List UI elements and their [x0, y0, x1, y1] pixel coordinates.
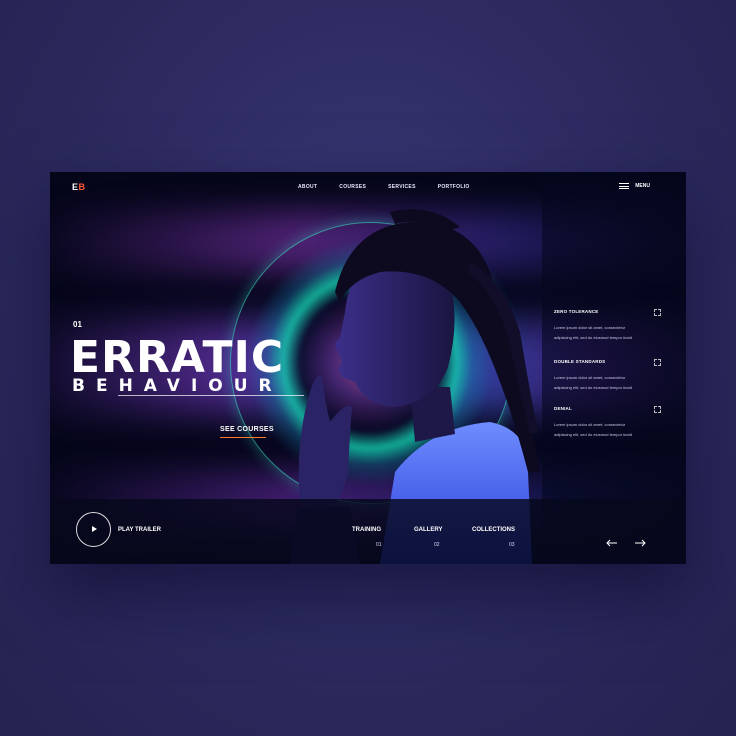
expand-icon[interactable] [654, 309, 661, 316]
feature-text: Lorem ipsum dolor sit amet, consectetur a… [554, 325, 633, 340]
play-button[interactable] [76, 512, 111, 547]
tab-number: 01 [376, 542, 382, 548]
tab-collections[interactable]: COLLECTIONS [472, 527, 515, 533]
tab-number: 03 [509, 542, 515, 548]
expand-icon[interactable] [654, 406, 661, 413]
feature-title: DENIAL [554, 406, 572, 411]
feature-title: ZERO TOLERANCE [554, 309, 599, 314]
tab-training[interactable]: TRAINING [352, 527, 381, 533]
slide-number: 01 [73, 320, 82, 329]
hero-subtitle: BEHAVIOUR [72, 376, 283, 396]
feature-title: DOUBLE STANDARDS [554, 359, 606, 364]
feature-item: DOUBLE STANDARDS Lorem ipsum dolor sit a… [554, 359, 664, 392]
hamburger-icon [619, 183, 630, 189]
tab-gallery[interactable]: GALLERY [414, 527, 442, 533]
see-courses-link[interactable]: SEE COURSES [220, 426, 274, 433]
nav-services[interactable]: SERVICES [388, 184, 416, 190]
cta-underline [220, 437, 266, 438]
title-divider [118, 395, 304, 396]
nav-portfolio[interactable]: PORTFOLIO [438, 184, 470, 190]
feature-text: Lorem ipsum dolor sit amet, consectetur a… [554, 375, 633, 390]
logo-b: B [78, 182, 86, 192]
menu-label: MENU [635, 183, 650, 189]
hero-title: ERRATIC [70, 332, 285, 383]
logo[interactable]: EB [72, 182, 86, 192]
menu-button[interactable]: MENU [619, 183, 650, 189]
main-nav: ABOUT COURSES SERVICES PORTFOLIO [298, 184, 492, 190]
feature-item: DENIAL Lorem ipsum dolor sit amet, conse… [554, 406, 664, 439]
nav-courses[interactable]: COURSES [339, 184, 366, 190]
feature-item: ZERO TOLERANCE Lorem ipsum dolor sit ame… [554, 309, 664, 342]
tab-number: 02 [434, 542, 440, 548]
nav-about[interactable]: ABOUT [298, 184, 317, 190]
arrow-left-icon[interactable] [606, 539, 618, 547]
arrow-right-icon[interactable] [634, 539, 646, 547]
play-trailer-label[interactable]: PLAY TRAILER [118, 527, 161, 533]
expand-icon[interactable] [654, 359, 661, 366]
hero-frame: EB ABOUT COURSES SERVICES PORTFOLIO MENU… [50, 172, 686, 564]
feature-text: Lorem ipsum dolor sit amet, consectetur a… [554, 422, 633, 437]
